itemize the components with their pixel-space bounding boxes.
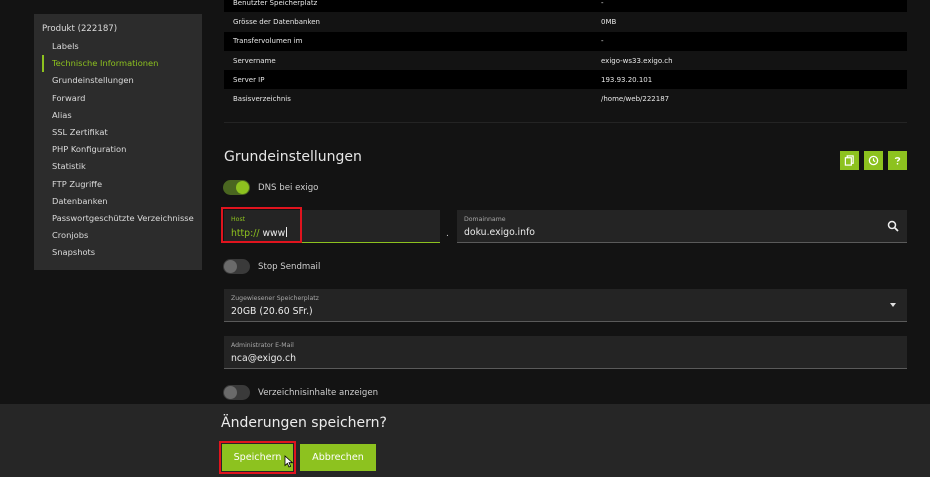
directory-listing-toggle-switch[interactable] bbox=[223, 385, 250, 400]
info-value: /home/web/222187 bbox=[601, 95, 670, 104]
cancel-button[interactable]: Abbrechen bbox=[300, 444, 376, 471]
table-row: Basisverzeichnis/home/web/222187 bbox=[224, 89, 907, 109]
save-changes-bar bbox=[0, 404, 930, 477]
info-value: 0MB bbox=[601, 17, 617, 26]
host-input[interactable]: http:// www bbox=[231, 227, 288, 239]
table-row: Transfervolumen im - bbox=[224, 31, 907, 51]
save-button[interactable]: Speichern bbox=[222, 444, 293, 471]
info-value: - bbox=[601, 0, 604, 7]
sidebar-item-technische-informationen[interactable]: Technische Informationen bbox=[42, 55, 202, 73]
sidebar-item-grundeinstellungen[interactable]: Grundeinstellungen bbox=[42, 72, 202, 89]
info-key: Transfervolumen im bbox=[233, 37, 303, 46]
info-value: 193.93.20.101 bbox=[601, 75, 653, 84]
storage-value: 20GB (20.60 SFr.) bbox=[231, 306, 313, 317]
domain-field[interactable]: Domainname doku.exigo.info bbox=[457, 210, 907, 243]
info-value: - bbox=[601, 37, 604, 46]
product-sidebar: Produkt (222187) Labels Technische Inform… bbox=[34, 14, 202, 270]
help-button[interactable] bbox=[888, 151, 907, 170]
table-row: Grösse der Datenbanken 0MB bbox=[224, 12, 907, 32]
host-value[interactable]: www bbox=[262, 228, 285, 239]
sidebar-item-labels[interactable]: Labels bbox=[42, 38, 202, 55]
dns-toggle-switch[interactable] bbox=[223, 180, 250, 195]
host-protocol-prefix: http:// bbox=[231, 228, 260, 239]
history-button[interactable] bbox=[864, 151, 883, 170]
sidebar-item-forward[interactable]: Forward bbox=[42, 90, 202, 107]
storage-select[interactable]: Zugewiesener Speicherplatz 20GB (20.60 S… bbox=[224, 289, 907, 322]
info-value: exigo-ws33.exigo.ch bbox=[601, 56, 673, 65]
info-key: Grösse der Datenbanken bbox=[233, 17, 320, 26]
admin-email-input[interactable]: nca@exigo.ch bbox=[231, 353, 296, 364]
sidebar-menu: Labels Technische Informationen Grundeinst… bbox=[42, 38, 202, 261]
section-title: Grundeinstellungen bbox=[224, 149, 362, 165]
table-row: Servername exigo-ws33.exigo.ch bbox=[224, 50, 907, 71]
text-caret bbox=[286, 227, 288, 237]
table-row: Server IP 193.93.20.101 bbox=[224, 70, 907, 90]
sidebar-item-datenbanken[interactable]: Datenbanken bbox=[42, 193, 202, 210]
section-divider bbox=[224, 122, 907, 123]
technical-info-table: Benutzter Speicherplatz - Grösse der Daten… bbox=[224, 0, 907, 109]
admin-email-label: Administrator E-Mail bbox=[231, 342, 294, 349]
admin-email-field[interactable]: Administrator E-Mail nca@exigo.ch bbox=[224, 336, 907, 369]
directory-listing-toggle[interactable]: Verzeichnisinhalte anzeigen bbox=[223, 385, 378, 400]
storage-label: Zugewiesener Speicherplatz bbox=[231, 295, 319, 302]
sendmail-toggle-label: Stop Sendmail bbox=[258, 261, 321, 272]
host-label: Host bbox=[231, 216, 246, 223]
sendmail-toggle[interactable]: Stop Sendmail bbox=[223, 259, 320, 274]
mouse-cursor-icon bbox=[284, 455, 294, 468]
sidebar-item-snapshots[interactable]: Snapshots bbox=[42, 244, 202, 261]
sidebar-item-ssl-zertifikat[interactable]: SSL Zertifikat bbox=[42, 124, 202, 141]
chevron-down-icon[interactable] bbox=[890, 303, 896, 307]
sidebar-item-passwortgeschützte-verzeichnisse[interactable]: Passwortgeschützte Verzeichnisse bbox=[42, 210, 202, 227]
sidebar-item-php-konfiguration[interactable]: PHP Konfiguration bbox=[42, 141, 202, 158]
sidebar-item-statistik[interactable]: Statistik bbox=[42, 158, 202, 175]
save-question: Änderungen speichern? bbox=[221, 415, 387, 431]
info-key: Benutzter Speicherplatz bbox=[233, 0, 318, 7]
history-icon bbox=[868, 155, 879, 166]
domain-input[interactable]: doku.exigo.info bbox=[464, 227, 535, 238]
sidebar-item-ftp-zugriffe[interactable]: FTP Zugriffe bbox=[42, 176, 202, 193]
search-icon[interactable] bbox=[887, 220, 899, 232]
info-key: Basisverzeichnis bbox=[233, 95, 291, 104]
info-key: Server IP bbox=[233, 75, 265, 84]
domain-label: Domainname bbox=[464, 216, 506, 223]
host-field[interactable]: Host http:// www bbox=[224, 210, 440, 243]
copy-icon bbox=[844, 155, 854, 166]
info-key: Servername bbox=[233, 56, 276, 65]
sendmail-toggle-switch[interactable] bbox=[223, 259, 250, 274]
help-icon bbox=[894, 157, 901, 165]
copy-button[interactable] bbox=[840, 151, 859, 170]
table-row: Benutzter Speicherplatz - bbox=[224, 0, 907, 13]
directory-listing-toggle-label: Verzeichnisinhalte anzeigen bbox=[258, 387, 379, 398]
dns-toggle[interactable]: DNS bei exigo bbox=[223, 180, 318, 195]
sidebar-title: Produkt (222187) bbox=[42, 24, 118, 34]
sidebar-item-cronjobs[interactable]: Cronjobs bbox=[42, 227, 202, 244]
dns-toggle-label: DNS bei exigo bbox=[258, 182, 319, 193]
sidebar-item-alias[interactable]: Alias bbox=[42, 107, 202, 124]
domain-separator: . bbox=[446, 229, 449, 239]
